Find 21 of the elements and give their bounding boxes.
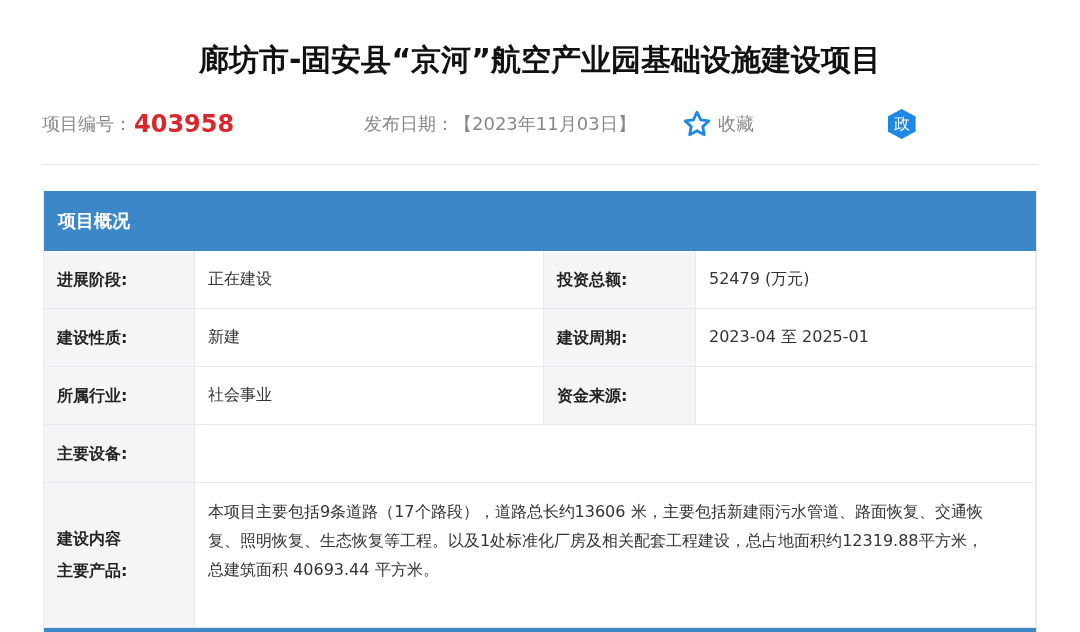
field-label: 建设内容	[57, 528, 121, 550]
project-number-label: 项目编号：	[42, 112, 132, 136]
government-badge: 政	[887, 109, 916, 139]
page-title: 廊坊市-固安县“京河”航空产业园基础设施建设项目	[198, 41, 882, 79]
field-label: 建设性质:	[44, 309, 195, 366]
publish-date-label: 发布日期：	[364, 112, 454, 136]
field-label: 投资总额:	[544, 251, 696, 308]
field-value: 52479 (万元)	[696, 251, 1036, 308]
favorite-link[interactable]: 收藏	[717, 112, 888, 136]
table-heading: 项目概况	[44, 191, 1036, 251]
field-value: 本项目主要包括9条道路（17个路段），道路总长约13606 米，主要包括新建雨污水管道、路面恢复、交通恢复、照明恢复、生态恢复等工程。以及1处标准化厂房及相关配套工程建设，总占地面积约12319.88平方米，总建筑面积 40693.44 平方米。	[195, 483, 1036, 627]
field-label: 进展阶段:	[44, 251, 195, 308]
field-label: 主要产品:	[57, 560, 128, 582]
field-label: 主要设备:	[44, 425, 195, 482]
field-value: 2023-04 至 2025-01	[696, 309, 1036, 366]
publish-date: 【2023年11月03日】	[454, 112, 636, 136]
field-label: 资金来源:	[544, 367, 696, 424]
field-label: 所属行业:	[44, 367, 195, 424]
star-icon[interactable]	[681, 109, 712, 139]
field-label: 建设周期:	[544, 309, 696, 366]
project-number: 403958	[134, 110, 236, 138]
